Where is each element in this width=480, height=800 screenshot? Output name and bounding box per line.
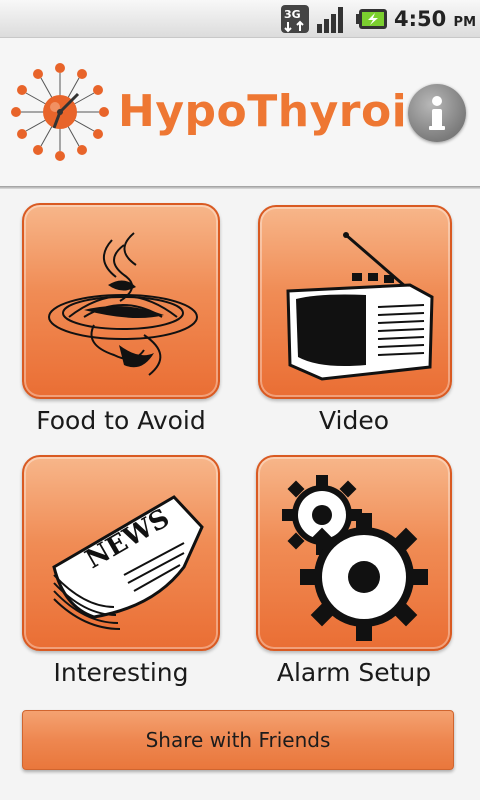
alarm-setup-button[interactable] <box>256 455 452 651</box>
time-ampm: PM <box>453 15 477 30</box>
gears-icon <box>282 475 428 641</box>
video-button[interactable] <box>258 205 452 399</box>
share-with-friends-button[interactable]: Share with Friends <box>22 710 454 770</box>
video-label: Video <box>318 406 390 435</box>
newspaper-icon: NEWS <box>52 495 204 630</box>
header-divider <box>0 186 480 189</box>
network-type-label: 3G <box>284 8 301 21</box>
interesting-label: Interesting <box>53 658 189 687</box>
food-dish-icon <box>48 232 198 376</box>
alarm-setup-label: Alarm Setup <box>276 658 432 687</box>
food-to-avoid-label: Food to Avoid <box>36 406 206 435</box>
info-icon <box>429 96 445 130</box>
time-value: 4:50 <box>394 7 447 31</box>
food-to-avoid-button[interactable] <box>22 203 220 399</box>
info-button[interactable] <box>408 84 466 142</box>
app-title: HypoThyroid <box>118 86 440 137</box>
signal-icon <box>316 4 348 34</box>
3g-data-icon: 3G <box>280 4 310 34</box>
tv-icon <box>286 232 434 381</box>
status-time: 4:50 PM <box>394 7 476 31</box>
interesting-button[interactable]: NEWS <box>22 455 220 651</box>
battery-charging-icon <box>356 8 388 30</box>
status-bar: 3G 4:50 PM <box>0 0 480 38</box>
app-header: HypoThyroid <box>0 38 480 188</box>
clock-logo-icon <box>8 60 112 164</box>
